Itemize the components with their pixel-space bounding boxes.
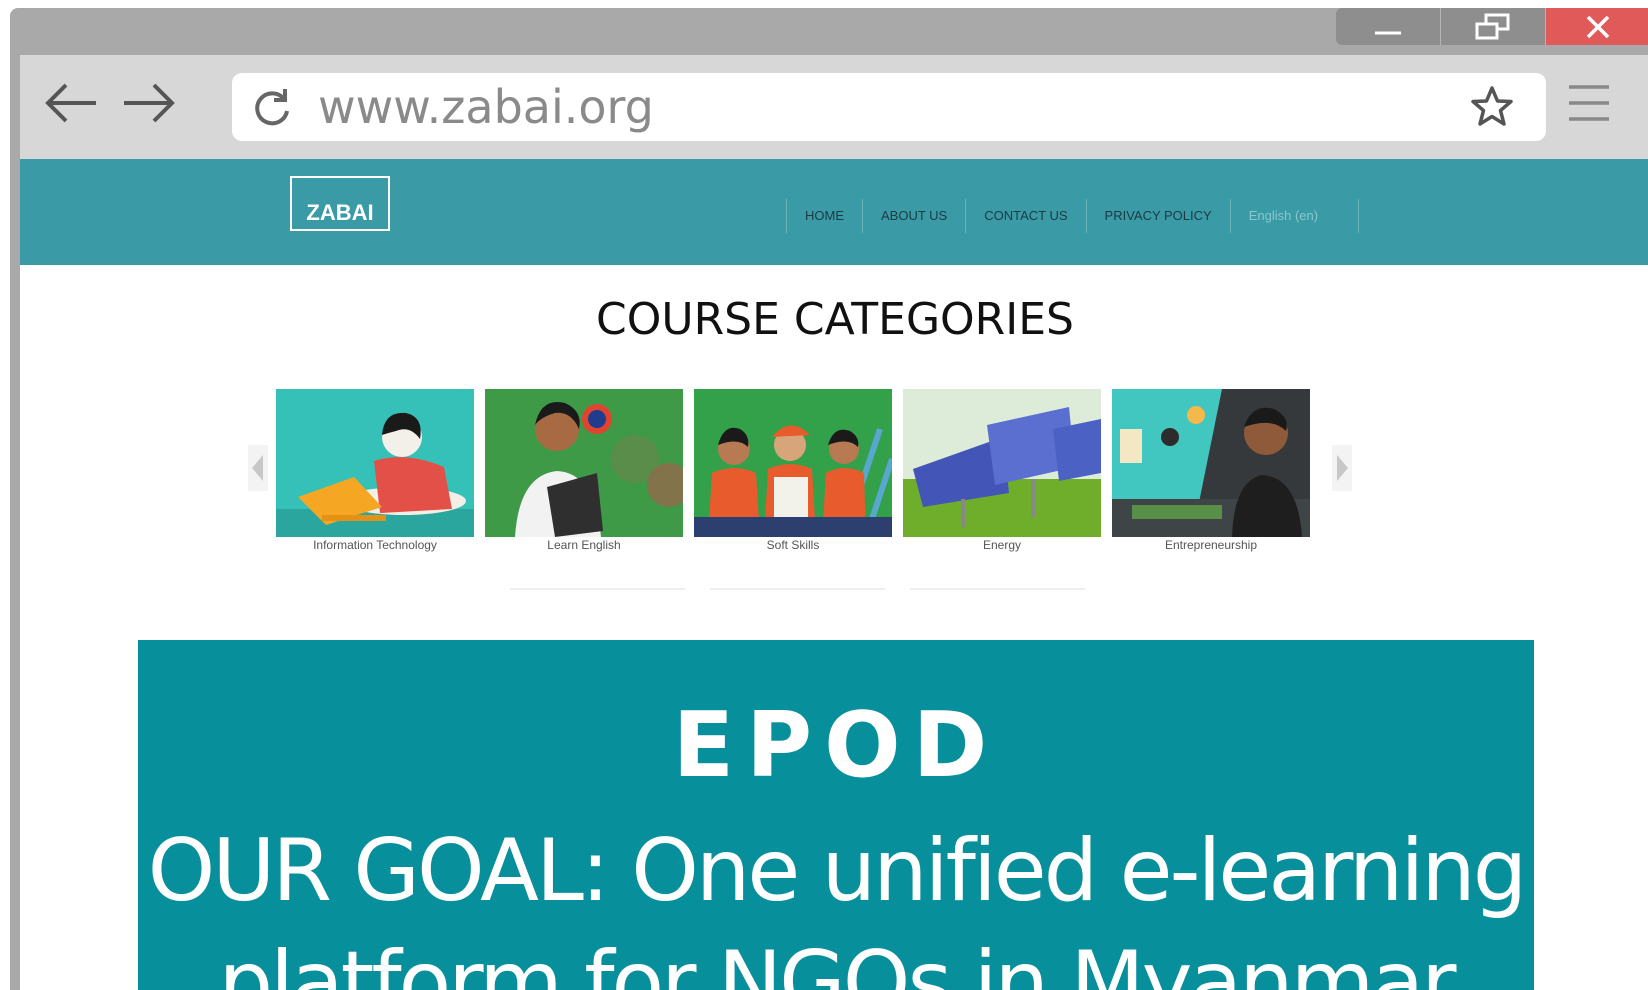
- category-label: Information Technology: [313, 538, 437, 552]
- address-bar[interactable]: www.zabai.org: [232, 73, 1546, 141]
- energy-image: [903, 389, 1101, 537]
- page-viewport: ZABAI HOME ABOUT US CONTACT US PRIVACY P…: [20, 159, 1648, 990]
- carousel-next-button[interactable]: [1332, 445, 1352, 491]
- carousel-indicators: [20, 588, 1648, 594]
- entrepreneurship-image: [1112, 389, 1310, 537]
- forward-button[interactable]: [120, 81, 176, 130]
- category-carousel: Information Technology Learn English Sof…: [20, 389, 1648, 569]
- goal-line-1: OUR GOAL: One unified e-learning: [147, 821, 1528, 921]
- restore-icon: [1475, 13, 1510, 39]
- back-arrow-icon: [45, 83, 96, 123]
- category-card-learn-english[interactable]: Learn English: [485, 389, 683, 569]
- close-button[interactable]: [1545, 8, 1648, 45]
- category-card-entrepreneurship[interactable]: Entrepreneurship: [1112, 389, 1310, 569]
- information-technology-image: [276, 389, 474, 537]
- category-card-soft-skills[interactable]: Soft Skills: [694, 389, 892, 569]
- minimize-icon: [1375, 31, 1401, 34]
- window-controls: [1336, 8, 1648, 45]
- forward-arrow-icon: [124, 83, 175, 123]
- bookmark-star-icon[interactable]: [1470, 85, 1514, 129]
- epod-banner: EPOD OUR GOAL: One unified e-learning pl…: [138, 640, 1534, 990]
- reload-icon[interactable]: [252, 87, 294, 129]
- learn-english-image: [485, 389, 683, 537]
- category-card-energy[interactable]: Energy: [903, 389, 1101, 569]
- main-nav: HOME ABOUT US CONTACT US PRIVACY POLICY …: [786, 199, 1360, 233]
- back-button[interactable]: [44, 81, 100, 130]
- hamburger-menu-icon: [1569, 85, 1609, 121]
- goal-line-2: platform for NGOs in Myanmar: [218, 933, 1456, 990]
- soft-skills-image: [694, 389, 892, 537]
- nav-about-us[interactable]: ABOUT US: [862, 199, 965, 233]
- banner-goal-text: OUR GOAL: One unified e-learning platfor…: [138, 815, 1534, 990]
- url-text[interactable]: www.zabai.org: [318, 81, 654, 133]
- site-logo[interactable]: ZABAI: [290, 176, 390, 231]
- language-selector[interactable]: English (en): [1229, 199, 1360, 233]
- nav-home[interactable]: HOME: [786, 199, 862, 233]
- nav-privacy-policy[interactable]: PRIVACY POLICY: [1085, 199, 1230, 233]
- carousel-prev-button[interactable]: [248, 445, 268, 491]
- carousel-indicator[interactable]: [910, 588, 1085, 590]
- restore-button[interactable]: [1440, 8, 1545, 45]
- category-label: Soft Skills: [766, 538, 820, 552]
- carousel-indicator[interactable]: [510, 588, 685, 590]
- close-icon: [1586, 15, 1610, 38]
- carousel-indicator[interactable]: [710, 588, 885, 590]
- category-label: Entrepreneurship: [1164, 538, 1258, 552]
- category-card-information-technology[interactable]: Information Technology: [276, 389, 474, 569]
- banner-heading: EPOD: [672, 693, 1000, 798]
- category-label: Learn English: [547, 538, 621, 552]
- category-label: Energy: [982, 538, 1022, 552]
- browser-menu-button[interactable]: [1567, 81, 1611, 130]
- chevron-right-icon: [1332, 445, 1352, 491]
- chevron-left-icon: [248, 445, 268, 491]
- logo-text: ZABAI: [306, 200, 374, 225]
- browser-toolbar: www.zabai.org: [20, 55, 1648, 159]
- section-title: COURSE CATEGORIES: [596, 294, 1074, 345]
- nav-contact-us[interactable]: CONTACT US: [965, 199, 1085, 233]
- minimize-button[interactable]: [1336, 8, 1440, 45]
- site-header: ZABAI HOME ABOUT US CONTACT US PRIVACY P…: [20, 159, 1648, 265]
